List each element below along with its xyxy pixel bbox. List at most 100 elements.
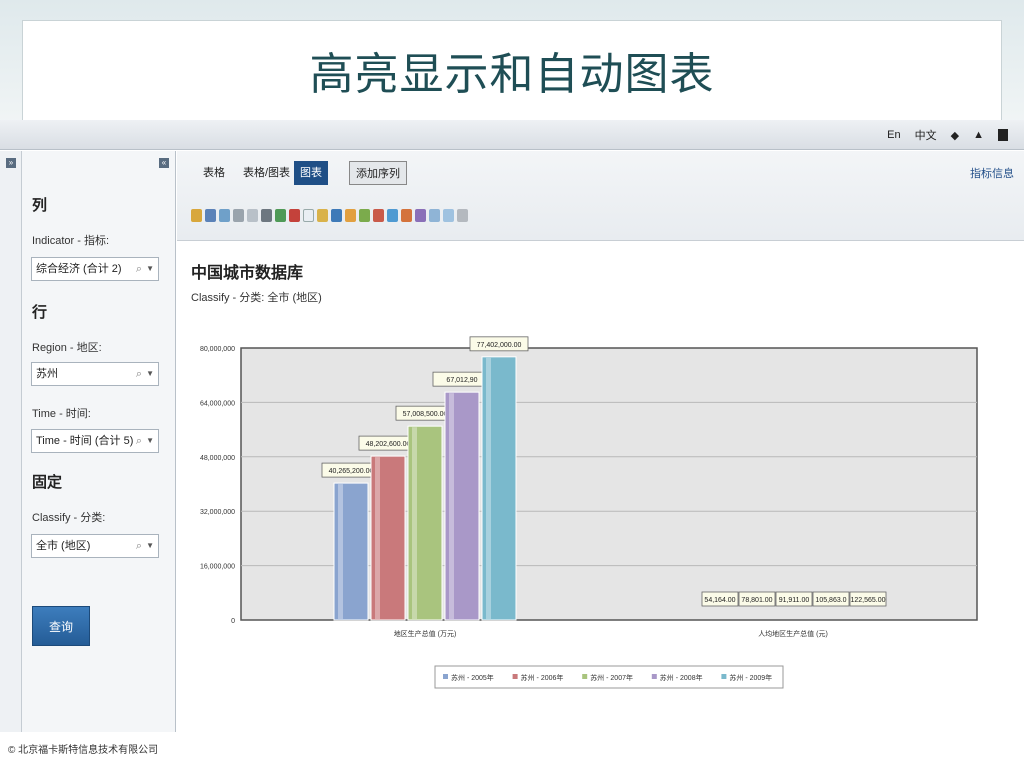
data-label: 48,202,600.00: [366, 441, 411, 448]
legend-label: 苏州 - 2005年: [451, 673, 494, 682]
section-fixed: 固定: [32, 473, 63, 491]
refresh-icon[interactable]: [219, 209, 230, 222]
time-select[interactable]: Time - 时间 (合计 5) ⌕ ▼: [31, 429, 159, 453]
section-rows: 行: [32, 303, 48, 321]
data-label: 78,801.00: [741, 597, 772, 604]
toolbar-area: 表格 表格/图表 图表 添加序列 指标信息: [177, 151, 1024, 241]
search-icon[interactable]: ⌕: [136, 258, 142, 280]
data-label: 54,164.00: [704, 597, 735, 604]
expand-panel-icon[interactable]: »: [6, 158, 16, 168]
map-icon[interactable]: [415, 209, 426, 222]
save-icon[interactable]: [205, 209, 216, 222]
y-tick-label: 32,000,000: [200, 509, 235, 516]
indicator-info-link[interactable]: 指标信息: [970, 165, 1014, 181]
chevron-down-icon[interactable]: ▼: [146, 430, 154, 452]
classify-select[interactable]: 全市 (地区) ⌕ ▼: [31, 534, 159, 558]
chevron-down-icon[interactable]: ▼: [146, 258, 154, 280]
legend-swatch: [443, 674, 448, 679]
lang-cn-link[interactable]: 中文: [915, 127, 937, 143]
legend-label: 苏州 - 2008年: [660, 673, 703, 682]
line-chart-icon[interactable]: [303, 209, 314, 222]
bar-highlight: [486, 357, 491, 619]
y-tick-label: 80,000,000: [200, 346, 235, 353]
redo-icon[interactable]: [247, 209, 258, 222]
database-subtitle: Classify - 分类: 全市 (地区): [191, 292, 322, 304]
scatter-chart-icon[interactable]: [359, 209, 370, 222]
legend-label: 苏州 - 2009年: [729, 673, 772, 682]
legend-swatch: [582, 674, 588, 679]
chevron-down-icon[interactable]: ▼: [146, 363, 154, 385]
settings-icon[interactable]: [457, 209, 468, 222]
y-tick-label: 64,000,000: [200, 400, 235, 407]
indicator-value: 综合经济 (合计 2): [36, 263, 122, 275]
bar-highlight: [338, 484, 343, 619]
bar-chart: 80,000,000 64,000,000 48,000,000 32,000,000…: [200, 336, 978, 689]
slide-footer: © 北京福卡斯特信息技术有限公司: [8, 745, 159, 756]
top-bar: En 中文 ◆ ▲: [0, 120, 1024, 150]
slide-title: 高亮显示和自动图表: [309, 49, 715, 100]
data-label: 57,008,500.00: [403, 411, 448, 418]
query-sidebar: « 列 Indicator - 指标: 综合经济 (合计 2) ⌕ ▼ 行 Re…: [22, 151, 176, 732]
query-button[interactable]: 查询: [32, 606, 90, 646]
data-label: 122,565.00: [850, 597, 885, 604]
database-title: 中国城市数据库: [191, 263, 304, 282]
time-label: Time - 时间:: [32, 408, 91, 420]
bar-highlight: [412, 427, 417, 619]
document-icon[interactable]: [998, 129, 1008, 141]
export-icon[interactable]: [191, 209, 202, 222]
pdf-icon[interactable]: [289, 209, 300, 222]
classify-label: Classify - 分类:: [32, 512, 106, 524]
undo-icon[interactable]: [233, 209, 244, 222]
time-value: Time - 时间 (合计 5): [36, 435, 134, 447]
classify-value: 全市 (地区): [36, 540, 91, 552]
grid-icon[interactable]: [443, 209, 454, 222]
home-icon[interactable]: ◆: [951, 129, 959, 142]
data-label: 105,863.0: [815, 597, 846, 604]
table-icon[interactable]: [429, 209, 440, 222]
x-category-label: 人均地区生产总值 (元): [758, 629, 828, 638]
legend-swatch: [512, 674, 518, 679]
legend-label: 苏州 - 2007年: [590, 673, 633, 682]
excel-icon[interactable]: [275, 209, 286, 222]
data-label: 67,012,90: [446, 377, 477, 384]
top-bar-actions: En 中文 ◆ ▲: [887, 127, 1008, 143]
column-chart-icon[interactable]: [345, 209, 356, 222]
stacked-bar-icon[interactable]: [331, 209, 342, 222]
data-label: 91,911.00: [779, 597, 810, 604]
data-label: 40,265,200.00: [329, 468, 374, 475]
search-icon[interactable]: ⌕: [136, 430, 142, 452]
search-icon[interactable]: ⌕: [136, 363, 142, 385]
print-icon[interactable]: [261, 209, 272, 222]
area-chart-icon[interactable]: [373, 209, 384, 222]
tab-chart[interactable]: 图表: [294, 161, 328, 185]
indicator-select[interactable]: 综合经济 (合计 2) ⌕ ▼: [31, 257, 159, 281]
collapse-sidebar-icon[interactable]: «: [159, 158, 169, 168]
chevron-down-icon[interactable]: ▼: [146, 535, 154, 557]
tab-table[interactable]: 表格: [197, 161, 231, 185]
chart-toolbar: [191, 209, 468, 222]
bar-highlight: [449, 393, 454, 619]
legend-swatch: [721, 674, 727, 679]
y-tick-label: 48,000,000: [200, 455, 235, 462]
user-icon[interactable]: ▲: [973, 129, 984, 141]
pie-chart-icon[interactable]: [387, 209, 398, 222]
search-icon[interactable]: ⌕: [136, 535, 142, 557]
tab-table-chart[interactable]: 表格/图表: [237, 161, 296, 185]
x-category-label: 地区生产总值 (万元): [394, 629, 457, 638]
lang-en-link[interactable]: En: [887, 129, 900, 141]
region-label: Region - 地区:: [32, 342, 102, 354]
bar-chart-icon[interactable]: [317, 209, 328, 222]
app-window: En 中文 ◆ ▲ » « 列 Indicator - 指标: 综合经济 (合计…: [0, 120, 1024, 732]
data-label: 77,402,000.00: [477, 342, 522, 349]
bar-highlight: [375, 457, 380, 619]
indicator-label: Indicator - 指标:: [32, 235, 110, 247]
main-panel: 表格 表格/图表 图表 添加序列 指标信息 中国城市数据库 Classify -…: [177, 151, 1024, 732]
legend-label: 苏州 - 2006年: [521, 673, 564, 682]
add-series-button[interactable]: 添加序列: [349, 161, 407, 185]
section-columns: 列: [32, 196, 48, 214]
region-value: 苏州: [36, 368, 58, 380]
legend-swatch: [651, 674, 657, 679]
y-tick-label: 16,000,000: [200, 564, 235, 571]
region-select[interactable]: 苏州 ⌕ ▼: [31, 362, 159, 386]
radar-chart-icon[interactable]: [401, 209, 412, 222]
